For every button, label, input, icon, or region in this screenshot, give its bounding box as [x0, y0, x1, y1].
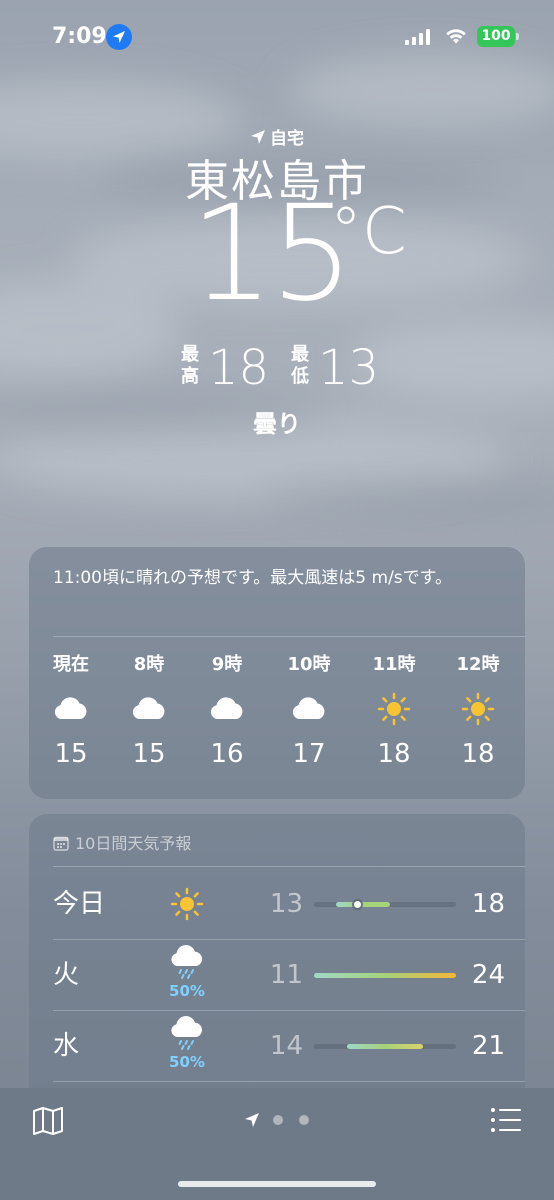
- divider: [53, 1081, 525, 1082]
- hourly-item: 12時 18: [443, 653, 513, 769]
- location-arrow-icon: [245, 1113, 259, 1127]
- hour-icon: [443, 689, 513, 735]
- high-low-temperature: 最高 18 最低 13: [0, 340, 554, 396]
- high-value: 18: [208, 340, 270, 396]
- hour-label: 現在: [53, 654, 89, 675]
- weather-condition: 曇り: [253, 410, 301, 438]
- cloud-icon: [132, 697, 165, 719]
- temperature-range-bar: [314, 901, 456, 908]
- day-icon-wrapper: 50%: [165, 942, 209, 1000]
- day-name: 今日: [53, 889, 106, 919]
- day-high-temperature: 21: [471, 1031, 505, 1061]
- sun-icon: [377, 692, 411, 726]
- hour-temperature: 18: [377, 739, 411, 769]
- sun-icon: [461, 692, 495, 726]
- day-icon-wrapper: [165, 884, 209, 928]
- current-temperature: 15: [190, 177, 354, 331]
- cellular-signal-icon: [405, 29, 430, 45]
- daily-forecast-card[interactable]: 10日間天気予報 今日 13 18 火 50% 11 24 水 50% 14 21: [29, 814, 525, 1114]
- forecast-summary: 11:00頃に晴れの予想です。最大風速は5 m/sです。: [53, 568, 452, 588]
- high-label-text: 最高: [181, 344, 199, 387]
- status-bar: 7:09 100: [0, 0, 554, 70]
- hour-temperature: 16: [210, 739, 244, 769]
- day-high-temperature: 24: [471, 960, 505, 990]
- cloud-icon: [54, 697, 87, 719]
- daily-row[interactable]: 今日 13 18: [29, 869, 525, 940]
- hour-icon: [359, 689, 429, 735]
- temperature-range-fill: [346, 1044, 424, 1049]
- hour-label: 12時: [456, 654, 500, 675]
- daily-forecast-title: 10日間天気予報: [53, 830, 191, 854]
- cloud-rain-icon: [171, 1016, 203, 1050]
- hourly-item: 11時 18: [359, 653, 429, 769]
- daily-title-text: 10日間天気予報: [75, 834, 192, 853]
- hour-icon: [192, 689, 262, 735]
- hourly-item: 9時 16: [192, 653, 262, 769]
- low-label: 最低: [290, 344, 310, 388]
- hourly-item: 現在 15: [36, 653, 106, 769]
- page-dot[interactable]: [273, 1115, 283, 1125]
- day-low-temperature: 11: [269, 960, 303, 990]
- clock: 7:09: [52, 24, 107, 49]
- page-indicator[interactable]: [244, 1112, 314, 1128]
- wifi-icon: [446, 29, 466, 44]
- temperature-range-fill: [335, 902, 391, 907]
- divider: [53, 636, 525, 637]
- battery-level: 100: [481, 28, 511, 44]
- hourly-item: 10時 17: [274, 653, 344, 769]
- map-icon[interactable]: [32, 1106, 64, 1136]
- hour-temperature: 15: [54, 739, 88, 769]
- divider: [53, 866, 525, 867]
- hour-temperature: 17: [292, 739, 326, 769]
- hour-temperature: 18: [461, 739, 495, 769]
- page-dot[interactable]: [299, 1115, 309, 1125]
- low-label-text: 最低: [291, 344, 309, 387]
- daily-row[interactable]: 水 50% 14 21: [29, 1011, 525, 1082]
- hour-label: 8時: [133, 654, 165, 675]
- hour-icon: [36, 689, 106, 735]
- cloud-rain-icon: [171, 945, 203, 979]
- cloud-icon: [210, 697, 243, 719]
- battery-indicator: 100: [477, 26, 519, 47]
- hourly-item: 8時 15: [114, 653, 184, 769]
- temperature-range-bar: [314, 973, 456, 978]
- location-arrow-icon: [106, 24, 132, 50]
- hour-temperature: 15: [132, 739, 166, 769]
- day-name: 火: [53, 960, 80, 990]
- hour-label: 11時: [372, 654, 416, 675]
- precipitation-chance: 50%: [169, 1053, 205, 1071]
- hour-label: 9時: [211, 654, 243, 675]
- list-icon[interactable]: [490, 1107, 522, 1133]
- temperature-unit: °C: [330, 195, 407, 269]
- sun-icon: [170, 887, 204, 921]
- low-value: 13: [318, 340, 380, 396]
- hour-icon: [114, 689, 184, 735]
- day-name: 水: [53, 1031, 80, 1061]
- home-indicator[interactable]: [178, 1181, 376, 1187]
- day-low-temperature: 13: [269, 889, 303, 919]
- high-label: 最高: [180, 344, 200, 388]
- day-low-temperature: 14: [269, 1031, 303, 1061]
- daily-row[interactable]: 火 50% 11 24: [29, 940, 525, 1011]
- cloud-icon: [292, 697, 325, 719]
- location-arrow-icon: [251, 130, 265, 144]
- hourly-forecast-card[interactable]: 11:00頃に晴れの予想です。最大風速は5 m/sです。 現在 15 8時 15 9時 1…: [29, 547, 525, 799]
- calendar-icon: [53, 836, 69, 851]
- hour-label: 10時: [287, 654, 331, 675]
- temperature-range-fill: [314, 973, 456, 978]
- temperature-range-bar: [314, 1044, 456, 1049]
- day-icon-wrapper: 50%: [165, 1013, 209, 1071]
- day-high-temperature: 18: [471, 889, 505, 919]
- hour-icon: [274, 689, 344, 735]
- precipitation-chance: 50%: [169, 982, 205, 1000]
